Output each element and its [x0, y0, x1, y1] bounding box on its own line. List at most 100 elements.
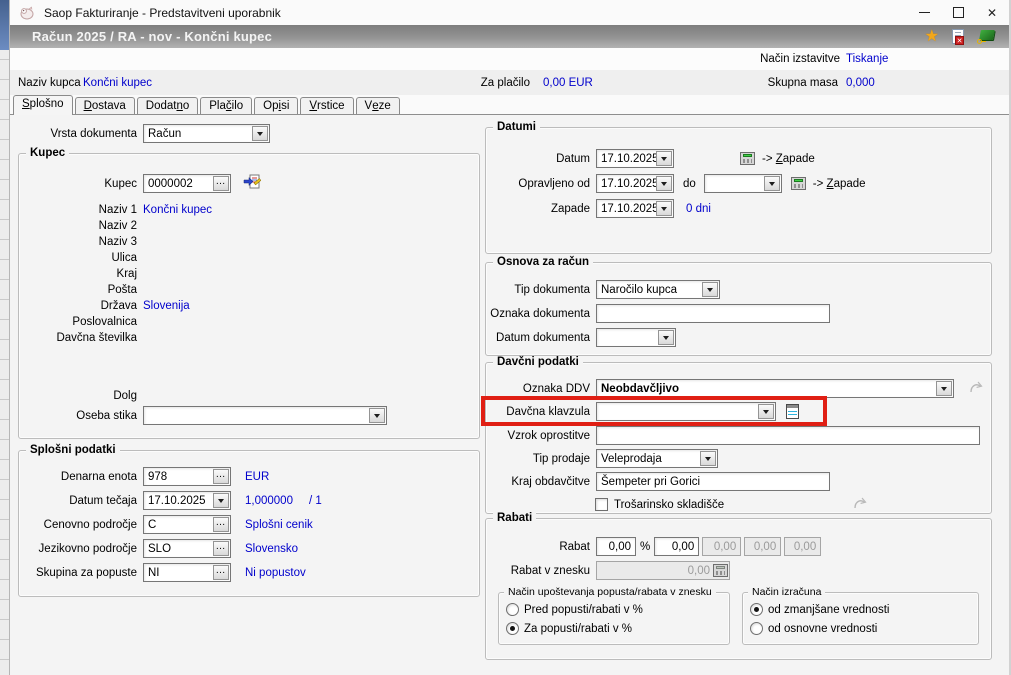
dropdown-button[interactable]: [656, 176, 672, 191]
lookup-button[interactable]: …: [213, 517, 229, 532]
rate-value: 1,000000: [245, 494, 293, 507]
document-type-select[interactable]: Račun: [143, 124, 270, 143]
excise-warehouse-checkbox[interactable]: [595, 498, 608, 511]
vat-code-select[interactable]: Neobdavčljivo: [596, 379, 954, 398]
vat-number-row: Davčna številka: [56, 331, 137, 344]
performed-to-picker[interactable]: [703, 174, 782, 193]
tab-placilo[interactable]: Pla č ilo: [200, 97, 253, 114]
tab-veze[interactable]: Ve ze: [355, 97, 400, 114]
rebate-percent-input-3: 0,00: [702, 537, 742, 556]
dropdown-button[interactable]: [758, 404, 774, 419]
language-area-input[interactable]: SLO…: [143, 539, 231, 558]
due-date-link[interactable]: -> Zapade: [762, 153, 815, 165]
due-row: Zapade 17.10.2025 0 dni: [465, 199, 711, 218]
discount-group-input[interactable]: NI…: [143, 563, 231, 582]
radio-pred-popusti[interactable]: [506, 603, 519, 616]
excise-warehouse-label: Trošarinsko skladišče: [614, 498, 725, 511]
calculator-icon[interactable]: [740, 152, 755, 165]
chevron-down-icon: [661, 156, 667, 161]
caption-toolbar: ★ ✕: [925, 28, 995, 45]
titlebar: Saop Fakturiranje - Predstavitveni upora…: [10, 0, 1009, 25]
due-date-picker[interactable]: 17.10.2025: [596, 199, 674, 218]
discount-mode-option-1[interactable]: Pred popusti/rabati v %: [506, 602, 643, 617]
dropdown-button[interactable]: [213, 493, 229, 508]
rebate-percent-input-2[interactable]: 0,00: [654, 537, 700, 556]
exemption-reason-input[interactable]: [596, 426, 980, 445]
rebate-percent-input-5: 0,00: [784, 537, 822, 556]
radio-od-osnovne[interactable]: [750, 622, 763, 635]
due-date-link[interactable]: -> Zapade: [813, 178, 866, 190]
dropdown-button[interactable]: [658, 330, 674, 345]
lookup-button[interactable]: …: [213, 541, 229, 556]
calculator-icon[interactable]: [790, 177, 806, 190]
app-window: Saop Fakturiranje - Predstavitveni upora…: [10, 0, 1011, 675]
edit-customer-icon[interactable]: [243, 174, 262, 193]
basis-doc-type-row: Tip dokumenta Naročilo kupca: [465, 280, 720, 299]
close-button[interactable]: ✕: [975, 0, 1009, 25]
radio-za-popusti[interactable]: [506, 622, 519, 635]
chevron-down-icon: [374, 413, 380, 418]
rate-date-picker[interactable]: 17.10.2025: [143, 491, 231, 510]
lookup-button[interactable]: …: [213, 176, 229, 191]
discount-mode-option-2[interactable]: Za popusti/rabati v %: [506, 621, 632, 636]
calculation-mode-group-title: Način izračuna: [748, 586, 826, 599]
basis-doc-code-input[interactable]: [596, 304, 830, 323]
date-picker[interactable]: 17.10.2025: [596, 149, 674, 168]
tab-vrstice[interactable]: Vrstice: [300, 97, 354, 114]
calculation-mode-option-1[interactable]: od zmanjšane vrednosti: [750, 602, 889, 617]
notes-icon[interactable]: [786, 404, 799, 419]
dropdown-button[interactable]: [936, 381, 952, 396]
tax-place-input[interactable]: Šempeter pri Gorici: [596, 472, 830, 491]
help-book-icon[interactable]: [977, 29, 995, 44]
exemption-reason-row: Vzrok oprostitve: [465, 426, 980, 445]
basis-doc-type-select[interactable]: Naročilo kupca: [596, 280, 720, 299]
tax-clause-select[interactable]: [596, 402, 776, 421]
basis-doc-date-picker[interactable]: [596, 328, 676, 347]
sale-type-select[interactable]: Veleprodaja: [596, 449, 718, 468]
issue-mode-label: Način izstavitve: [760, 53, 840, 65]
screen: Saop Fakturiranje - Predstavitveni upora…: [0, 0, 1011, 675]
dropdown-button[interactable]: [656, 151, 672, 166]
discount-group-row: Skupina za popuste NI… Ni popustov: [10, 563, 306, 582]
rebate-row: Rabat 0,00 % 0,00 0,00 0,00 0,00: [465, 537, 822, 556]
to-pay-label: Za plačilo: [480, 77, 530, 89]
performed-from-picker[interactable]: 17.10.2025: [596, 174, 674, 193]
contact-person-select[interactable]: [143, 406, 387, 425]
ellipsis-icon: …: [215, 541, 227, 552]
dropdown-button[interactable]: [700, 451, 716, 466]
tab-splosno[interactable]: Splošno: [13, 95, 73, 115]
dropdown-button[interactable]: [656, 201, 672, 216]
invoice-basis-group-title: Osnova za račun: [493, 256, 594, 269]
customer-code-input[interactable]: 0000002 …: [143, 174, 231, 193]
currency-input[interactable]: 978…: [143, 467, 231, 486]
close-document-icon[interactable]: ✕: [952, 29, 964, 45]
lookup-button[interactable]: …: [213, 469, 229, 484]
tab-dostava[interactable]: Dostava: [74, 97, 135, 114]
issue-mode-value[interactable]: Tiskanje: [846, 50, 888, 68]
favorite-star-icon[interactable]: ★: [925, 28, 939, 45]
rebate-percent-input-4: 0,00: [744, 537, 782, 556]
excise-warehouse-row: Trošarinsko skladišče: [595, 495, 868, 514]
chevron-down-icon: [768, 181, 775, 186]
country-value: Slovenija: [143, 299, 190, 312]
customer-label: Kupec: [104, 177, 137, 190]
dropdown-button[interactable]: [763, 176, 780, 191]
dropdown-button[interactable]: [252, 126, 268, 141]
radio-od-zmanjsane[interactable]: [750, 603, 763, 616]
chevron-down-icon: [941, 386, 947, 391]
rebate-percent-input-1[interactable]: 0,00: [596, 537, 636, 556]
calculation-mode-groupbox: [742, 592, 979, 645]
price-area-input[interactable]: C…: [143, 515, 231, 534]
lookup-button[interactable]: …: [213, 565, 229, 580]
dropdown-button[interactable]: [702, 282, 718, 297]
maximize-button[interactable]: [941, 0, 975, 25]
rate-ratio: / 1: [308, 494, 322, 507]
date-row: Datum 17.10.2025 -> Zapade: [465, 149, 815, 168]
dropdown-button[interactable]: [369, 408, 385, 423]
minimize-button[interactable]: [907, 0, 941, 25]
tab-opisi[interactable]: Op i si: [254, 97, 299, 114]
customer-name-label: Naziv kupca: [18, 77, 81, 89]
calculation-mode-option-2[interactable]: od osnovne vrednosti: [750, 621, 877, 636]
tab-dodatno[interactable]: Dodat n o: [136, 97, 199, 114]
percent-sign: %: [640, 540, 651, 553]
